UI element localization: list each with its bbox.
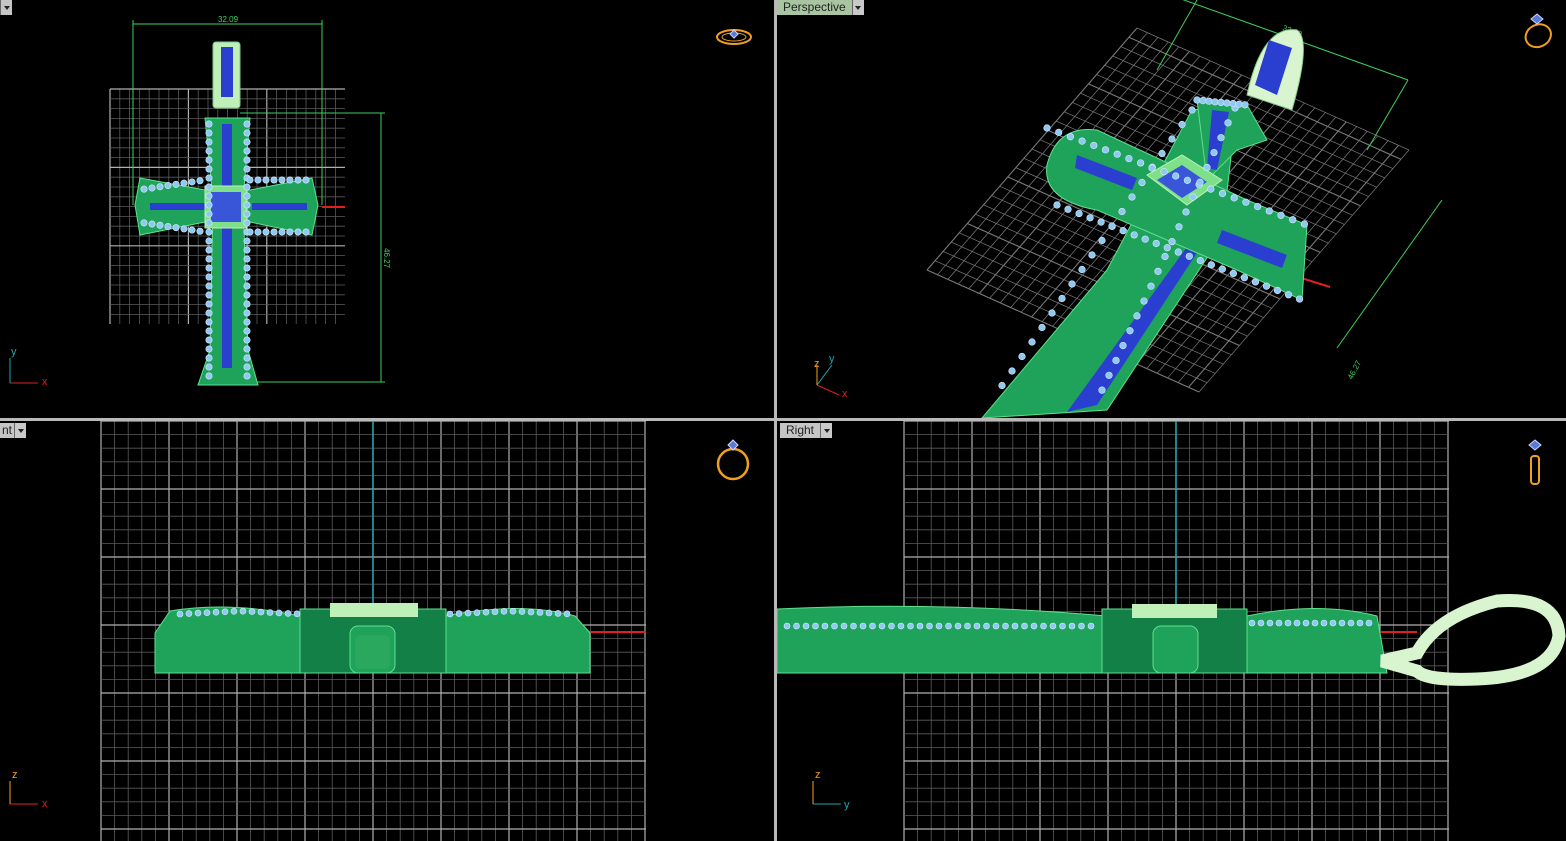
chevron-down-icon[interactable] <box>0 0 12 15</box>
perspective-viewport-label[interactable]: Perspective <box>777 0 864 15</box>
svg-text:y: y <box>11 346 17 358</box>
front-viewport[interactable]: x z nt <box>0 421 774 841</box>
height-dimension-label: 46.27 <box>382 248 391 269</box>
front-viewport-label[interactable]: nt <box>0 423 27 438</box>
chevron-down-icon[interactable] <box>851 0 864 15</box>
svg-text:y: y <box>829 353 835 365</box>
svg-text:x: x <box>842 388 848 400</box>
ring-side-view-icon[interactable] <box>1528 439 1542 485</box>
axis-triad: x y z <box>814 353 848 400</box>
axis-triad: x z <box>9 769 48 810</box>
width-dimension-label: 32.09 <box>218 15 239 24</box>
top-viewport-label[interactable] <box>0 0 12 15</box>
ring-perspective-icon[interactable] <box>1522 13 1555 51</box>
svg-text:z: z <box>815 769 821 781</box>
chevron-down-icon[interactable] <box>820 423 833 438</box>
right-viewport-label[interactable]: Right <box>780 423 833 438</box>
ring-front-view-icon[interactable] <box>716 439 750 481</box>
cross-pendant-model[interactable] <box>134 41 319 386</box>
axis-triad: x y <box>9 346 48 388</box>
perspective-viewport-canvas[interactable]: 32.09 46.27 x y z <box>777 0 1566 418</box>
top-viewport-canvas[interactable]: 32.09 46.27 x y <box>0 0 774 418</box>
cross-pendant-model[interactable] <box>154 603 591 674</box>
top-viewport[interactable]: 32.09 46.27 x y <box>0 0 774 418</box>
svg-text:y: y <box>844 799 850 811</box>
right-viewport[interactable]: y z Right <box>777 421 1566 841</box>
front-viewport-canvas[interactable]: x z <box>0 421 774 841</box>
height-dimension-label: 46.27 <box>1346 359 1364 381</box>
perspective-viewport[interactable]: 32.09 46.27 x y z <box>777 0 1566 418</box>
svg-text:z: z <box>12 769 18 781</box>
axis-triad: y z <box>812 769 850 811</box>
svg-text:x: x <box>42 376 48 388</box>
svg-text:z: z <box>814 358 820 370</box>
svg-text:x: x <box>42 798 48 810</box>
ring-top-view-icon[interactable] <box>716 29 752 45</box>
chevron-down-icon[interactable] <box>14 423 27 438</box>
cross-pendant-model[interactable] <box>777 593 1566 686</box>
right-viewport-canvas[interactable]: y z <box>777 421 1566 841</box>
cross-pendant-model[interactable] <box>981 29 1309 418</box>
